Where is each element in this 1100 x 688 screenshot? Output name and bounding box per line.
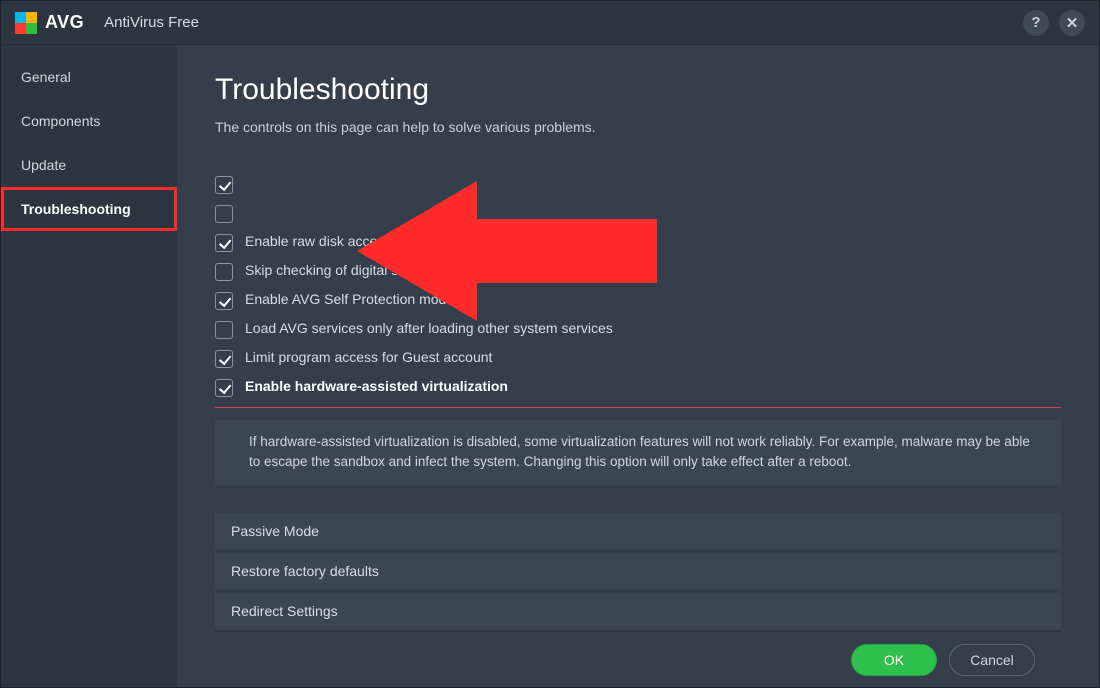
option-checkbox[interactable] xyxy=(215,350,233,368)
sidebar-item-general[interactable]: General xyxy=(1,55,177,99)
option-label: Enable raw disk access during AVG boot-t… xyxy=(245,233,561,249)
option-checkbox[interactable] xyxy=(215,234,233,252)
cancel-button[interactable]: Cancel xyxy=(949,644,1035,676)
section-restore-defaults[interactable]: Restore factory defaults xyxy=(215,553,1061,589)
option-row: Load AVG services only after loading oth… xyxy=(215,320,1061,339)
option-highlighted: Enable hardware-assisted virtualization xyxy=(215,378,1061,408)
section-redirect-settings[interactable]: Redirect Settings xyxy=(215,593,1061,629)
option-label: Load AVG services only after loading oth… xyxy=(245,320,613,336)
option-label: Enable AVG Self Protection module xyxy=(245,291,465,307)
footer: OK Cancel xyxy=(215,631,1061,687)
page-subtitle: The controls on this page can help to so… xyxy=(215,119,1061,135)
body: General Components Update Troubleshootin… xyxy=(1,45,1099,687)
option-checkbox[interactable] xyxy=(215,176,233,194)
close-button[interactable]: ✕ xyxy=(1059,10,1085,36)
sidebar-item-update[interactable]: Update xyxy=(1,143,177,187)
option-row xyxy=(215,175,1061,194)
option-row xyxy=(215,204,1061,223)
option-row: Enable raw disk access during AVG boot-t… xyxy=(215,233,1061,252)
main-panel: Troubleshooting The controls on this pag… xyxy=(177,45,1099,687)
brand-block: AVG xyxy=(15,12,84,34)
option-label: Limit program access for Guest account xyxy=(245,349,492,365)
info-box: If hardware-assisted virtualization is d… xyxy=(215,420,1061,485)
option-checkbox[interactable] xyxy=(215,263,233,281)
product-name: AntiVirus Free xyxy=(104,14,199,31)
option-row: Enable AVG Self Protection module xyxy=(215,291,1061,310)
option-checkbox[interactable] xyxy=(215,205,233,223)
ok-button[interactable]: OK xyxy=(851,644,937,676)
brand-wordmark: AVG xyxy=(45,12,84,33)
option-row: Skip checking of digital signatures of i… xyxy=(215,262,1061,281)
option-row: Enable hardware-assisted virtualization xyxy=(215,378,1061,397)
page-title: Troubleshooting xyxy=(215,73,1061,107)
section-passive-mode[interactable]: Passive Mode xyxy=(215,513,1061,549)
options-list: Enable raw disk access during AVG boot-t… xyxy=(215,175,1061,485)
section-list: Passive Mode Restore factory defaults Re… xyxy=(215,513,1061,629)
avg-logo-icon xyxy=(15,12,37,34)
option-label: Enable hardware-assisted virtualization xyxy=(245,378,508,394)
option-row: Limit program access for Guest account xyxy=(215,349,1061,368)
option-label: Skip checking of digital signatures of i… xyxy=(245,262,553,278)
option-checkbox[interactable] xyxy=(215,292,233,310)
sidebar: General Components Update Troubleshootin… xyxy=(1,45,177,687)
option-checkbox[interactable] xyxy=(215,321,233,339)
help-button[interactable]: ? xyxy=(1023,10,1049,36)
sidebar-item-components[interactable]: Components xyxy=(1,99,177,143)
option-checkbox[interactable] xyxy=(215,379,233,397)
sidebar-item-troubleshooting[interactable]: Troubleshooting xyxy=(1,187,177,231)
app-window: AVG AntiVirus Free ? ✕ General Component… xyxy=(0,0,1100,688)
titlebar: AVG AntiVirus Free ? ✕ xyxy=(1,1,1099,45)
